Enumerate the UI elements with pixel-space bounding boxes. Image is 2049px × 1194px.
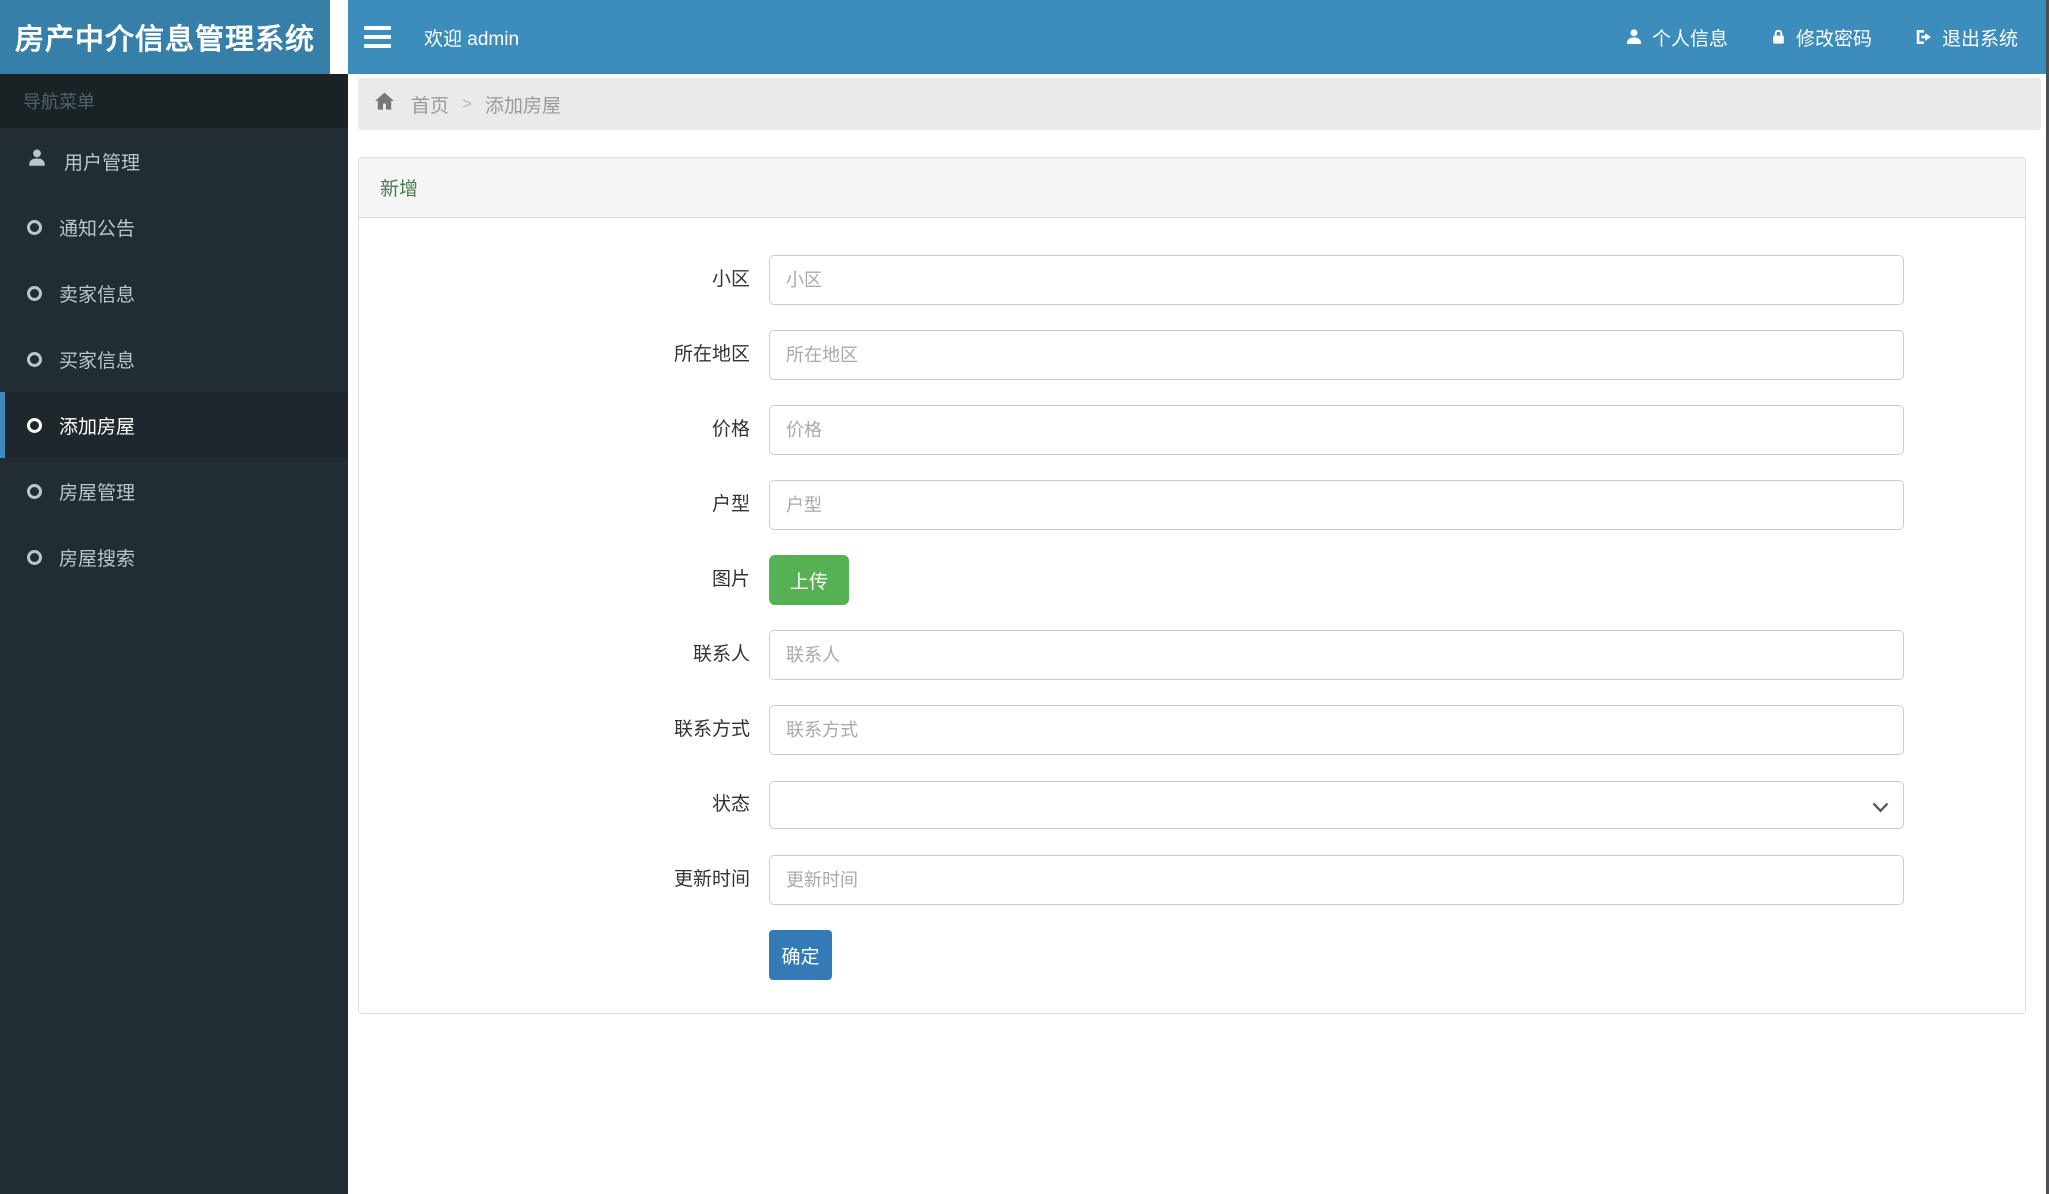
field-label: 联系人 [692, 644, 750, 665]
price-input[interactable] [769, 405, 1904, 455]
breadcrumb-home-link[interactable]: 首页 [374, 91, 449, 118]
form-row-price: 价格 [359, 405, 2025, 455]
circle-icon [27, 219, 42, 235]
breadcrumb-separator: > [462, 94, 472, 113]
form-row-status: 状态 [359, 780, 2025, 830]
community-input[interactable] [769, 255, 1904, 305]
hamburger-icon [363, 26, 391, 30]
form-row-update-time: 更新时间 [359, 855, 2025, 905]
circle-icon [27, 351, 42, 367]
form-row-contact-person: 联系人 [359, 630, 2025, 680]
circle-icon [27, 483, 42, 499]
logout-menu-item[interactable]: 退出系统 [1893, 0, 2039, 74]
breadcrumb-home-label: 首页 [411, 95, 450, 117]
form-row-contact-method: 联系方式 [359, 705, 2025, 755]
sidebar-item-label: 买家信息 [59, 350, 136, 372]
main-content: 首页 > 添加房屋 新增 小区 所在地区 价格 户型 [348, 74, 2049, 1194]
change-password-menu-item[interactable]: 修改密码 [1749, 0, 1893, 74]
confirm-button[interactable]: 确定 [769, 930, 832, 980]
add-house-form: 小区 所在地区 价格 户型 图片 上传 联 [359, 218, 2025, 1013]
field-label: 所在地区 [673, 344, 750, 365]
home-icon [374, 91, 395, 118]
field-label: 联系方式 [673, 719, 750, 740]
circle-icon [27, 417, 42, 433]
sidebar-toggle-button[interactable] [348, 0, 406, 74]
region-input[interactable] [769, 330, 1904, 380]
user-icon [1625, 28, 1643, 46]
sidebar-item-label: 卖家信息 [59, 284, 136, 306]
field-label: 图片 [711, 569, 750, 590]
field-label: 户型 [711, 494, 750, 515]
sidebar-section-title: 导航菜单 [0, 74, 348, 128]
change-password-label: 修改密码 [1795, 28, 1872, 50]
field-label: 状态 [711, 794, 750, 815]
house-type-input[interactable] [769, 480, 1904, 530]
sidebar-item-house-management[interactable]: 房屋管理 [0, 458, 348, 524]
top-header: 房产中介信息管理系统 欢迎 admin 个人信息 修改密码 退出系统 [0, 0, 2049, 74]
user-icon [27, 148, 47, 174]
update-time-input[interactable] [769, 855, 1904, 905]
sidebar-item-house-search[interactable]: 房屋搜索 [0, 524, 348, 590]
logout-label: 退出系统 [1941, 28, 2018, 50]
sidebar-item-user-management[interactable]: 用户管理 [0, 128, 348, 194]
welcome-text: 欢迎 admin [424, 28, 520, 50]
sign-out-icon [1914, 28, 1933, 46]
sidebar-item-label: 房屋管理 [59, 482, 136, 504]
status-select[interactable] [769, 781, 1904, 829]
sidebar-item-buyer-info[interactable]: 买家信息 [0, 326, 348, 392]
sidebar-item-seller-info[interactable]: 卖家信息 [0, 260, 348, 326]
form-row-region: 所在地区 [359, 330, 2025, 380]
form-row-community: 小区 [359, 255, 2025, 305]
circle-icon [27, 549, 42, 565]
upload-button[interactable]: 上传 [769, 555, 849, 605]
sidebar-item-label: 通知公告 [59, 218, 136, 240]
header-menu: 个人信息 修改密码 退出系统 [1604, 0, 2049, 74]
sidebar-menu: 用户管理 通知公告 卖家信息 买家信息 添加房屋 房屋管理 房屋搜索 [0, 128, 348, 590]
sidebar: 导航菜单 用户管理 通知公告 卖家信息 买家信息 添加房屋 房屋管理 房屋搜索 [0, 74, 348, 1194]
app-logo[interactable]: 房产中介信息管理系统 [0, 0, 330, 74]
form-row-image: 图片 上传 [359, 555, 2025, 605]
panel-title: 新增 [359, 158, 2025, 218]
sidebar-item-label: 房屋搜索 [59, 548, 136, 570]
breadcrumb-current: 添加房屋 [484, 95, 561, 117]
sidebar-item-add-house[interactable]: 添加房屋 [0, 392, 348, 458]
profile-label: 个人信息 [1651, 28, 1728, 50]
sidebar-item-label: 用户管理 [64, 152, 141, 174]
add-house-panel: 新增 小区 所在地区 价格 户型 图片 上传 [358, 157, 2026, 1014]
form-row-house-type: 户型 [359, 480, 2025, 530]
contact-method-input[interactable] [769, 705, 1904, 755]
field-label: 价格 [711, 419, 750, 440]
sidebar-item-label: 添加房屋 [59, 416, 136, 438]
profile-menu-item[interactable]: 个人信息 [1604, 0, 1749, 74]
breadcrumb: 首页 > 添加房屋 [358, 78, 2041, 130]
field-label: 小区 [711, 269, 750, 290]
contact-person-input[interactable] [769, 630, 1904, 680]
lock-icon [1770, 28, 1787, 46]
field-label: 更新时间 [673, 869, 750, 890]
top-navbar: 欢迎 admin 个人信息 修改密码 退出系统 [348, 0, 2049, 74]
circle-icon [27, 285, 42, 301]
sidebar-item-notices[interactable]: 通知公告 [0, 194, 348, 260]
form-row-submit: 确定 [359, 930, 2025, 980]
